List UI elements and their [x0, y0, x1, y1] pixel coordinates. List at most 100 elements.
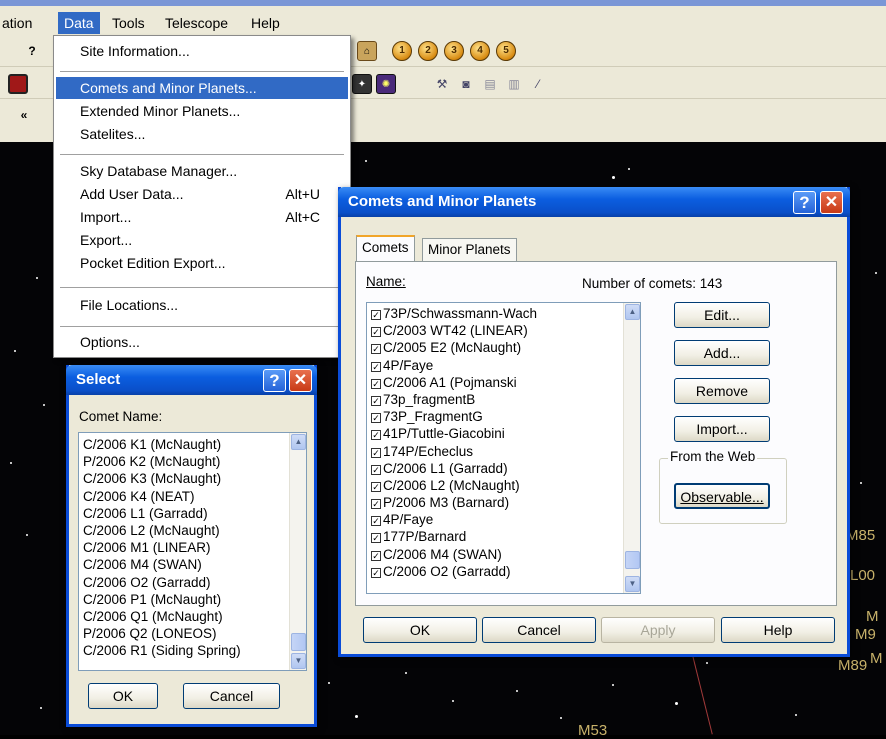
checkbox-icon[interactable]: ✓: [371, 567, 381, 578]
list-item[interactable]: ✓ 73p_fragmentB: [367, 391, 640, 408]
checkbox-icon[interactable]: ✓: [371, 327, 381, 338]
checkbox-icon[interactable]: ✓: [371, 413, 381, 424]
list-item[interactable]: C/2006 L2 (McNaught): [79, 522, 306, 539]
list-item[interactable]: C/2006 R1 (Siding Spring): [79, 642, 306, 659]
comet-name-list[interactable]: C/2006 K1 (McNaught) P/2006 K2 (McNaught)…: [78, 432, 307, 671]
list-item[interactable]: C/2006 K4 (NEAT): [79, 488, 306, 505]
planet-2-icon[interactable]: 2: [418, 41, 438, 61]
checkbox-icon[interactable]: ✓: [371, 430, 381, 441]
list-item[interactable]: ✓ 73P_FragmentG: [367, 408, 640, 425]
checkbox-icon[interactable]: ✓: [371, 499, 381, 510]
select-dialog-titlebar[interactable]: Select ? ✕: [66, 365, 317, 395]
checkbox-icon[interactable]: ✓: [371, 310, 381, 320]
checkbox-icon[interactable]: ✓: [371, 464, 381, 475]
list-item[interactable]: C/2006 M1 (LINEAR): [79, 539, 306, 556]
camera-icon[interactable]: ◙: [456, 74, 476, 94]
scroll-down-icon[interactable]: ▼: [625, 576, 640, 592]
observable-button[interactable]: Observable...: [674, 483, 770, 509]
help-button[interactable]: Help: [721, 617, 835, 643]
checkbox-icon[interactable]: ✓: [371, 361, 381, 372]
filter-icon[interactable]: ▤: [480, 74, 500, 94]
rewind-icon[interactable]: «: [14, 105, 34, 125]
grid-icon[interactable]: ▥: [504, 74, 524, 94]
deep-sky-icon[interactable]: ✺: [376, 74, 396, 94]
close-icon[interactable]: ✕: [820, 191, 843, 214]
checkbox-icon[interactable]: ✓: [371, 344, 381, 355]
list-item[interactable]: ✓ 4P/Faye: [367, 357, 640, 374]
wand-icon[interactable]: ⁄: [528, 74, 548, 94]
apply-button[interactable]: Apply: [601, 617, 715, 643]
list-item[interactable]: ✓ C/2006 M4 (SWAN): [367, 546, 640, 563]
checkbox-icon[interactable]: ✓: [371, 516, 381, 527]
cancel-button[interactable]: Cancel: [183, 683, 280, 709]
list-item[interactable]: P/2006 Q2 (LONEOS): [79, 625, 306, 642]
list-item[interactable]: C/2006 M4 (SWAN): [79, 556, 306, 573]
menu-location[interactable]: ation: [0, 12, 38, 34]
list-item[interactable]: ✓ P/2006 M3 (Barnard): [367, 494, 640, 511]
menu-item-file-locations[interactable]: File Locations...: [56, 294, 348, 316]
menu-item-pocket-edition-export[interactable]: Pocket Edition Export...: [56, 252, 348, 274]
ok-button[interactable]: OK: [88, 683, 158, 709]
close-icon[interactable]: ✕: [289, 369, 312, 392]
menu-item-options[interactable]: Options...: [56, 331, 348, 353]
list-item[interactable]: ✓ C/2006 L2 (McNaught): [367, 477, 640, 494]
add-button[interactable]: Add...: [674, 340, 770, 366]
vertical-scrollbar[interactable]: ▲ ▼: [623, 303, 640, 593]
menu-item-export[interactable]: Export...: [56, 229, 348, 251]
edit-button[interactable]: Edit...: [674, 302, 770, 328]
list-item[interactable]: C/2006 O2 (Garradd): [79, 574, 306, 591]
tab-comets[interactable]: Comets: [356, 235, 415, 261]
list-item[interactable]: C/2006 L1 (Garradd): [79, 505, 306, 522]
list-item[interactable]: ✓ C/2006 O2 (Garradd): [367, 563, 640, 580]
menu-item-comets-minor-planets[interactable]: Comets and Minor Planets...: [56, 77, 348, 99]
checkbox-icon[interactable]: ✓: [371, 395, 381, 406]
remove-button[interactable]: Remove: [674, 378, 770, 404]
vertical-scrollbar[interactable]: ▲ ▼: [289, 433, 306, 670]
scroll-thumb[interactable]: [625, 551, 640, 569]
list-item[interactable]: ✓ 4P/Faye: [367, 511, 640, 528]
list-item[interactable]: P/2006 K2 (McNaught): [79, 453, 306, 470]
stars-icon[interactable]: ✦: [352, 74, 372, 94]
menu-item-import[interactable]: Import... Alt+C: [56, 206, 348, 228]
help-icon[interactable]: ?: [793, 191, 816, 214]
scroll-up-icon[interactable]: ▲: [625, 304, 640, 320]
help-cursor-icon[interactable]: ?: [22, 41, 42, 61]
cancel-button[interactable]: Cancel: [482, 617, 596, 643]
list-item[interactable]: ✓ 41P/Tuttle-Giacobini: [367, 425, 640, 442]
list-item[interactable]: C/2006 Q1 (McNaught): [79, 608, 306, 625]
list-item[interactable]: ✓ C/2003 WT42 (LINEAR): [367, 322, 640, 339]
tab-minor-planets[interactable]: Minor Planets: [422, 238, 517, 262]
scroll-thumb[interactable]: [291, 633, 306, 651]
scroll-down-icon[interactable]: ▼: [291, 653, 306, 669]
menu-item-sky-database-manager[interactable]: Sky Database Manager...: [56, 160, 348, 182]
display-icon[interactable]: [8, 74, 28, 94]
scroll-up-icon[interactable]: ▲: [291, 434, 306, 450]
list-item[interactable]: ✓ 174P/Echeclus: [367, 443, 640, 460]
planet-3-icon[interactable]: 3: [444, 41, 464, 61]
telescope-icon[interactable]: ⚒: [432, 74, 452, 94]
list-item[interactable]: C/2006 K1 (McNaught): [79, 436, 306, 453]
menu-item-add-user-data[interactable]: Add User Data... Alt+U: [56, 183, 348, 205]
comets-dialog-titlebar[interactable]: Comets and Minor Planets ? ✕: [338, 187, 850, 217]
menu-telescope[interactable]: Telescope: [159, 12, 234, 34]
list-item[interactable]: ✓ C/2006 A1 (Pojmanski: [367, 374, 640, 391]
planet-1-icon[interactable]: 1: [392, 41, 412, 61]
checkbox-icon[interactable]: ✓: [371, 550, 381, 561]
checkbox-icon[interactable]: ✓: [371, 378, 381, 389]
list-item[interactable]: C/2006 P1 (McNaught): [79, 591, 306, 608]
checkbox-icon[interactable]: ✓: [371, 481, 381, 492]
import-button[interactable]: Import...: [674, 416, 770, 442]
help-icon[interactable]: ?: [263, 369, 286, 392]
list-item[interactable]: ✓ 177P/Barnard: [367, 528, 640, 545]
ok-button[interactable]: OK: [363, 617, 477, 643]
menu-help[interactable]: Help: [245, 12, 286, 34]
checkbox-icon[interactable]: ✓: [371, 447, 381, 458]
menu-item-extended-minor-planets[interactable]: Extended Minor Planets...: [56, 100, 348, 122]
menu-item-satellites[interactable]: Satelites...: [56, 123, 348, 145]
planet-5-icon[interactable]: 5: [496, 41, 516, 61]
planet-4-icon[interactable]: 4: [470, 41, 490, 61]
checkbox-icon[interactable]: ✓: [371, 533, 381, 544]
menu-data[interactable]: Data: [58, 12, 100, 34]
menu-item-site-information[interactable]: Site Information...: [56, 40, 348, 62]
comet-list[interactable]: ✓ 73P/Schwassmann-Wach ✓ C/2003 WT42 (LINEA…: [366, 302, 641, 594]
